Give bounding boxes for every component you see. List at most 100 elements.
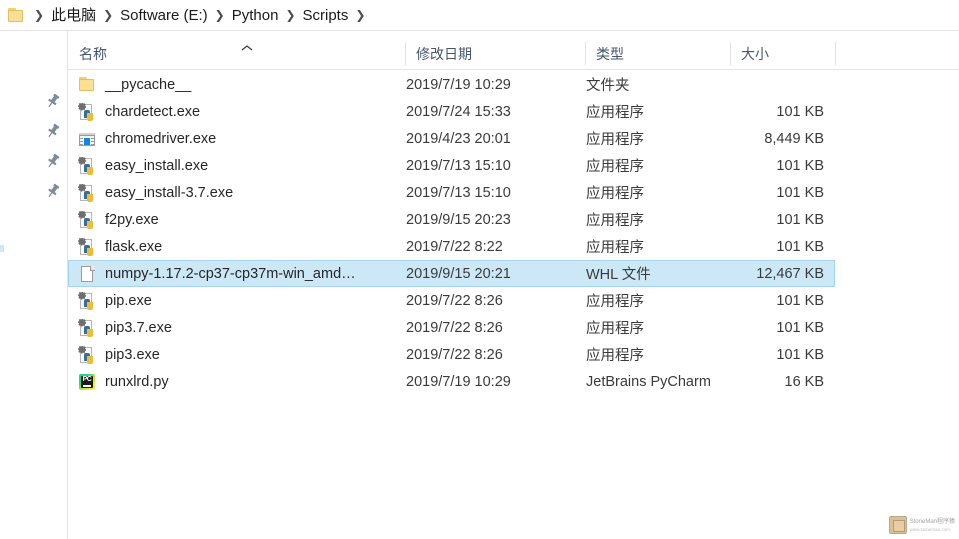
table-row[interactable]: flask.exe 2019/7/22 8:22 应用程序 101 KB: [68, 233, 835, 260]
column-header-endcap: [835, 38, 836, 69]
pin-icon[interactable]: [45, 93, 61, 109]
navigation-pane: [0, 31, 68, 539]
file-size-cell: 16 KB: [784, 373, 825, 390]
breadcrumb-separator-0[interactable]: ❯: [27, 9, 51, 21]
file-type-cell: 文件夹: [586, 78, 630, 94]
file-name-cell: f2py.exe: [78, 206, 408, 233]
column-header-date-label: 修改日期: [416, 45, 472, 62]
table-row[interactable]: chromedriver.exe 2019/4/23 20:01 应用程序 8,…: [68, 125, 835, 152]
file-type-cell: JetBrains PyCharm: [586, 373, 711, 390]
python-exe-icon: [78, 210, 96, 229]
file-name-cell: flask.exe: [78, 233, 408, 260]
file-size-cell: [719, 71, 836, 98]
file-date-cell: 2019/9/15 20:23: [406, 211, 511, 228]
breadcrumb-item-1[interactable]: Software (E:): [120, 8, 208, 23]
file-size-cell: 101 KB: [776, 184, 824, 201]
breadcrumb-separator-2[interactable]: ❯: [208, 9, 232, 21]
file-name-label: f2py.exe: [105, 211, 159, 228]
file-date-cell: 2019/7/13 15:10: [406, 157, 511, 174]
table-row[interactable]: pip.exe 2019/7/22 8:26 应用程序 101 KB: [68, 287, 835, 314]
file-name-label: pip.exe: [105, 292, 152, 309]
file-name-label: chromedriver.exe: [105, 130, 217, 147]
file-size-cell: 101 KB: [776, 103, 824, 120]
file-date-cell: 2019/7/22 8:26: [406, 346, 503, 363]
python-exe-icon: [78, 156, 96, 175]
file-name-cell: PC runxlrd.py: [78, 368, 408, 395]
file-date-cell: 2019/9/15 20:21: [406, 265, 511, 282]
python-exe-icon: [78, 345, 96, 364]
file-name-cell: __pycache__: [78, 71, 408, 98]
file-type-cell: 应用程序: [586, 294, 644, 310]
file-date-cell: 2019/7/22 8:26: [406, 319, 503, 336]
column-header-name[interactable]: 名称: [68, 38, 405, 69]
file-date-cell: 2019/7/19 10:29: [406, 373, 511, 390]
file-type-cell: WHL 文件: [586, 267, 651, 283]
file-date-cell: 2019/7/24 15:33: [406, 103, 511, 120]
nav-selection-accent: [0, 245, 4, 252]
file-type-cell: 应用程序: [586, 159, 644, 175]
table-row[interactable]: pip3.7.exe 2019/7/22 8:26 应用程序 101 KB: [68, 314, 835, 341]
table-row-selected[interactable]: numpy-1.17.2-cp37-cp37m-win_amd… 2019/9/…: [68, 260, 835, 287]
file-name-label: __pycache__: [105, 76, 192, 93]
breadcrumb-separator-1[interactable]: ❯: [96, 9, 120, 21]
column-header-date-modified[interactable]: 修改日期: [405, 38, 585, 69]
python-exe-icon: [78, 318, 96, 337]
application-window-icon: [78, 130, 96, 148]
breadcrumb-item-3[interactable]: Scripts: [303, 8, 349, 23]
watermark-line-2: www.stoneman.com: [909, 526, 950, 532]
table-row[interactable]: chardetect.exe 2019/7/24 15:33 应用程序 101 …: [68, 98, 835, 125]
file-type-cell: 应用程序: [586, 186, 644, 202]
table-row[interactable]: f2py.exe 2019/9/15 20:23 应用程序 101 KB: [68, 206, 835, 233]
chevron-up-icon: [240, 40, 254, 51]
table-row[interactable]: pip3.exe 2019/7/22 8:26 应用程序 101 KB: [68, 341, 835, 368]
file-name-label: chardetect.exe: [105, 103, 201, 120]
file-name-label: flask.exe: [105, 238, 163, 255]
column-header-type[interactable]: 类型: [585, 38, 730, 69]
address-bar[interactable]: ❯ 此电脑 ❯ Software (E:) ❯ Python ❯ Scripts…: [0, 0, 959, 31]
table-row[interactable]: PC runxlrd.py 2019/7/19 10:29 JetBrains …: [68, 368, 835, 395]
file-name-cell: chromedriver.exe: [78, 125, 408, 152]
file-name-label: pip3.7.exe: [105, 319, 172, 336]
file-date-cell: 2019/7/22 8:22: [406, 238, 503, 255]
file-name-cell: pip3.exe: [78, 341, 408, 368]
pin-icon[interactable]: [45, 123, 61, 139]
file-size-cell: 101 KB: [776, 346, 824, 363]
file-size-cell: 101 KB: [776, 157, 824, 174]
file-type-cell: 应用程序: [586, 240, 644, 256]
folder-icon: [78, 76, 96, 94]
folder-icon: [8, 7, 25, 23]
column-header-size[interactable]: 大小: [730, 38, 835, 69]
column-header-size-label: 大小: [741, 45, 769, 62]
file-name-label: runxlrd.py: [105, 373, 169, 390]
table-row[interactable]: easy_install-3.7.exe 2019/7/13 15:10 应用程…: [68, 179, 835, 206]
file-type-cell: 应用程序: [586, 213, 644, 229]
pin-icon[interactable]: [45, 153, 61, 169]
file-name-label: numpy-1.17.2-cp37-cp37m-win_amd…: [105, 265, 356, 282]
breadcrumb-separator-3[interactable]: ❯: [278, 9, 302, 21]
file-size-cell: 8,449 KB: [764, 130, 824, 147]
file-name-label: pip3.exe: [105, 346, 160, 363]
file-name-label: easy_install-3.7.exe: [105, 184, 234, 201]
file-name-cell: easy_install.exe: [78, 152, 408, 179]
pycharm-icon: PC: [78, 373, 96, 391]
pin-icon[interactable]: [45, 183, 61, 199]
breadcrumb-item-0[interactable]: 此电脑: [51, 8, 96, 23]
file-name-cell: pip.exe: [78, 287, 408, 314]
watermark-line-1: StoneMan程序猿: [909, 518, 955, 525]
file-list-view: 名称 修改日期 类型 大小 __pycache__ 2019/7/19 10:2…: [68, 31, 959, 539]
file-name-cell: numpy-1.17.2-cp37-cp37m-win_amd…: [78, 260, 408, 287]
table-row[interactable]: __pycache__ 2019/7/19 10:29 文件夹: [68, 71, 835, 98]
column-header-name-label: 名称: [79, 45, 107, 62]
column-header-type-label: 类型: [596, 45, 624, 62]
python-exe-icon: [78, 237, 96, 256]
file-date-cell: 2019/7/19 10:29: [406, 76, 511, 93]
file-size-cell: 101 KB: [776, 319, 824, 336]
blank-document-icon: [78, 265, 96, 283]
python-exe-icon: [78, 102, 96, 121]
watermark: StoneMan程序猿 www.stoneman.com: [888, 516, 955, 534]
file-name-cell: chardetect.exe: [78, 98, 408, 125]
breadcrumb-item-2[interactable]: Python: [232, 8, 279, 23]
watermark-logo-icon: [888, 516, 907, 534]
breadcrumb-separator-4[interactable]: ❯: [348, 9, 372, 21]
table-row[interactable]: easy_install.exe 2019/7/13 15:10 应用程序 10…: [68, 152, 835, 179]
